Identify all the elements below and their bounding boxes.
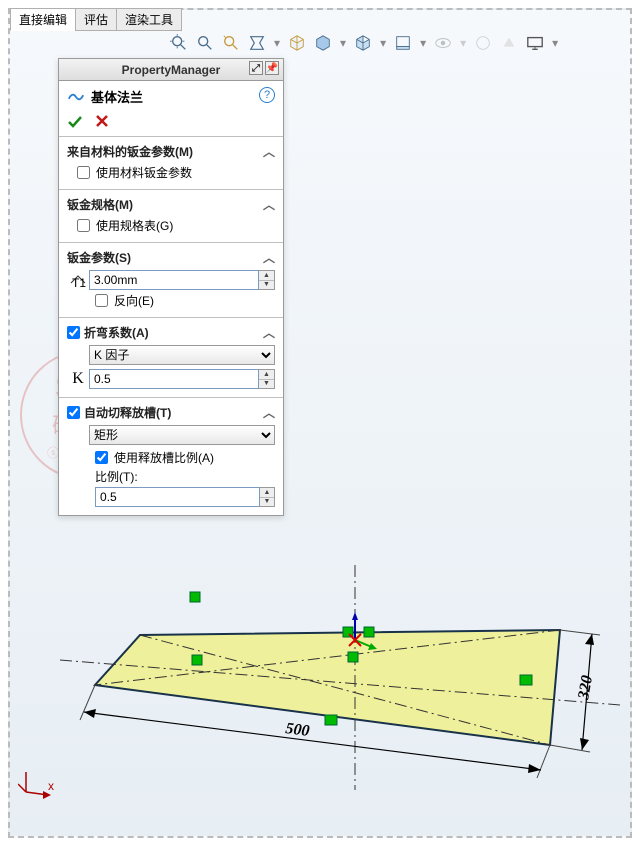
app-frame: 直接编辑 评估 渲染工具 ▾ ▾ ▾ ▾ ▾ ▾ SW研习社ⓢ SolidWor… <box>8 8 632 838</box>
sketch-face[interactable] <box>95 630 560 745</box>
property-manager-panel: PropertyManager ⤢📌 基体法兰 ? 来自材料的钣金参数(M) ︿ … <box>58 58 284 516</box>
dimension-width[interactable]: 500 <box>80 685 550 778</box>
expand-icon[interactable]: ⤢ <box>249 61 263 75</box>
ok-button[interactable] <box>67 114 83 130</box>
centerline <box>60 660 620 705</box>
help-icon[interactable]: ? <box>259 87 275 103</box>
sketch-relations <box>190 592 532 725</box>
feature-row: 基体法兰 ? <box>59 81 283 112</box>
ribbon-tabs: 直接编辑 评估 渲染工具 <box>10 8 181 31</box>
ratio-input[interactable] <box>95 487 260 507</box>
base-flange-icon <box>67 88 85 106</box>
collapse-icon[interactable]: ︿ <box>263 143 275 160</box>
k-label: K <box>67 370 89 388</box>
section-gauge: 钣金规格(M) ︿ 使用规格表(G) <box>59 190 283 243</box>
svg-text:320: 320 <box>575 674 596 702</box>
apply-scene-icon[interactable] <box>474 34 492 52</box>
sketch-origin <box>349 612 377 650</box>
section-material-params: 来自材料的钣金参数(M) ︿ 使用材料钣金参数 <box>59 137 283 190</box>
view-triad: x <box>18 760 58 800</box>
ratio-label: 比例(T): <box>95 468 275 485</box>
construction-line <box>140 635 550 745</box>
chk-auto-relief[interactable]: 自动切释放槽(T) <box>67 404 171 421</box>
collapse-icon[interactable]: ︿ <box>263 404 275 421</box>
section-title: 钣金参数(S) <box>67 249 131 266</box>
zoom-area-icon[interactable] <box>196 34 214 52</box>
construction-line <box>95 630 560 685</box>
pin-icon[interactable]: 📌 <box>265 61 279 75</box>
cancel-button[interactable] <box>95 114 109 128</box>
feature-name: 基体法兰 <box>91 87 143 106</box>
thickness-spinner[interactable]: ▲▼ <box>259 270 275 290</box>
ratio-spinner[interactable]: ▲▼ <box>260 487 275 507</box>
tab-evaluate[interactable]: 评估 <box>75 8 117 31</box>
view-orient-icon[interactable] <box>288 34 306 52</box>
tab-direct-edit[interactable]: 直接编辑 <box>10 8 76 31</box>
photo-icon[interactable] <box>500 34 518 52</box>
hide-show-icon[interactable] <box>354 34 372 52</box>
section-title: 来自材料的钣金参数(M) <box>67 143 193 160</box>
prev-view-icon[interactable] <box>222 34 240 52</box>
svg-text:x: x <box>48 779 54 793</box>
view-perf-icon[interactable] <box>434 34 452 52</box>
collapse-icon[interactable]: ︿ <box>263 249 275 266</box>
edit-scene-icon[interactable] <box>394 34 412 52</box>
svg-text:500: 500 <box>285 720 311 740</box>
panel-title: PropertyManager <box>122 63 221 77</box>
chk-relief-ratio[interactable]: 使用释放槽比例(A) <box>95 449 275 466</box>
svg-text:T1: T1 <box>72 276 86 289</box>
section-auto-relief: 自动切释放槽(T) ︿ 矩形 使用释放槽比例(A) 比例(T): ▲▼ <box>59 398 283 515</box>
section-title: 钣金规格(M) <box>67 196 133 213</box>
thickness-input[interactable] <box>89 270 259 290</box>
chk-reverse[interactable]: 反向(E) <box>95 292 275 309</box>
dimension-height[interactable]: 320 <box>550 630 600 752</box>
section-view-icon[interactable] <box>248 34 266 52</box>
chk-use-material[interactable]: 使用材料钣金参数 <box>77 164 275 181</box>
tab-render-tools[interactable]: 渲染工具 <box>116 8 182 31</box>
collapse-icon[interactable]: ︿ <box>263 196 275 213</box>
relief-type-select[interactable]: 矩形 <box>89 425 275 445</box>
k-spinner[interactable]: ▲▼ <box>259 369 275 389</box>
zoom-fit-icon[interactable] <box>170 34 188 52</box>
bend-type-select[interactable]: K 因子 <box>89 345 275 365</box>
chk-bend-allowance[interactable]: 折弯系数(A) <box>67 324 149 341</box>
thickness-icon: T1 <box>67 270 89 290</box>
section-bend-allowance: 折弯系数(A) ︿ K 因子 K ▲▼ <box>59 318 283 398</box>
sketch-viewport: 500 320 <box>60 530 620 820</box>
panel-header: PropertyManager ⤢📌 <box>59 59 283 81</box>
section-sheet-params: 钣金参数(S) ︿ T1 ▲▼ 反向(E) <box>59 243 283 318</box>
collapse-icon[interactable]: ︿ <box>263 324 275 341</box>
chk-use-gauge[interactable]: 使用规格表(G) <box>77 217 275 234</box>
screen-icon[interactable] <box>526 34 544 52</box>
display-style-icon[interactable] <box>314 34 332 52</box>
view-toolbar: ▾ ▾ ▾ ▾ ▾ ▾ <box>170 34 558 52</box>
k-factor-input[interactable] <box>89 369 259 389</box>
